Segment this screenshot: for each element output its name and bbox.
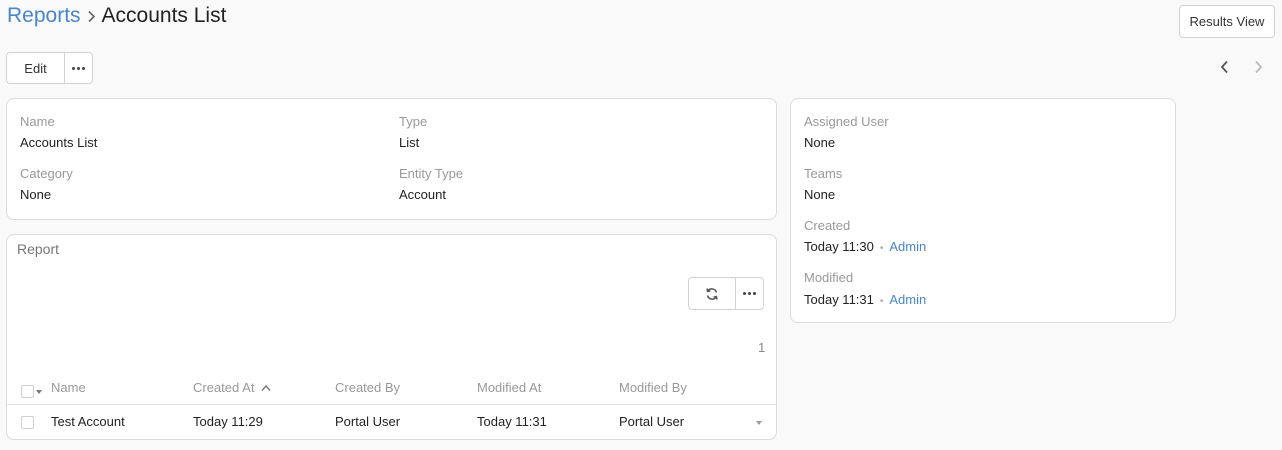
row-created-by: Portal User: [335, 414, 401, 429]
table-header: Name Created At Created By Modified At M…: [7, 374, 776, 405]
created-by-link[interactable]: Admin: [889, 239, 926, 254]
breadcrumb-reports-link[interactable]: Reports: [7, 4, 81, 28]
column-header-modified-by[interactable]: Modified By: [619, 380, 687, 395]
name-value: Accounts List: [20, 135, 98, 150]
created-label: Created: [804, 218, 851, 233]
page-title: Accounts List: [101, 4, 227, 27]
column-header-name[interactable]: Name: [51, 380, 86, 395]
select-all-checkbox[interactable]: [21, 385, 34, 398]
table-row: Test Account Today 11:29 Portal User Tod…: [7, 406, 776, 439]
created-time: Today 11:30: [804, 239, 874, 254]
column-header-modified-at[interactable]: Modified At: [477, 380, 541, 395]
report-actions: [688, 277, 764, 310]
name-label: Name: [20, 114, 55, 129]
separator-dot: •: [879, 296, 884, 307]
previous-record-button[interactable]: [1216, 58, 1232, 76]
refresh-icon: [706, 287, 718, 300]
modified-value: Today 11:31 • Admin: [804, 292, 926, 307]
edit-button[interactable]: Edit: [6, 52, 65, 84]
entity-type-label: Entity Type: [399, 166, 464, 181]
more-icon: [72, 66, 85, 70]
more-actions-button[interactable]: [65, 52, 93, 84]
row-created-at: Today 11:29: [193, 414, 263, 429]
breadcrumb: Reports Accounts List: [7, 2, 226, 30]
chevron-right-icon: [87, 10, 96, 23]
next-record-button[interactable]: [1250, 58, 1266, 76]
record-count: 1: [758, 340, 766, 355]
details-panel: Name Accounts List Type List Category No…: [6, 98, 777, 220]
refresh-button[interactable]: [688, 277, 736, 310]
report-panel: Report 1 Name Created At Created By Modi…: [6, 234, 777, 440]
record-actions: Edit: [6, 52, 93, 84]
more-icon: [743, 292, 756, 295]
chevron-left-icon: [1220, 60, 1228, 74]
separator-dot: •: [879, 243, 884, 254]
type-label: Type: [399, 114, 428, 129]
results-view-button[interactable]: Results View: [1179, 5, 1275, 38]
row-name-link[interactable]: Test Account: [51, 414, 125, 429]
column-header-created-by[interactable]: Created By: [335, 380, 400, 395]
category-value: None: [20, 187, 52, 202]
column-header-created-at-label: Created At: [193, 380, 255, 395]
assigned-user-value: None: [804, 135, 836, 150]
type-value: List: [399, 135, 420, 150]
entity-type-value: Account: [399, 187, 446, 202]
side-panel: Assigned User None Teams None Created To…: [790, 98, 1176, 323]
modified-time: Today 11:31: [804, 292, 874, 307]
record-navigation: [1216, 58, 1266, 76]
created-value: Today 11:30 • Admin: [804, 239, 926, 254]
row-checkbox[interactable]: [21, 416, 34, 429]
teams-value: None: [804, 187, 836, 202]
row-modified-at: Today 11:31: [477, 414, 547, 429]
row-modified-by: Portal User: [619, 414, 685, 429]
modified-label: Modified: [804, 270, 854, 285]
assigned-user-label: Assigned User: [804, 114, 889, 129]
report-more-button[interactable]: [736, 277, 764, 310]
column-header-created-at[interactable]: Created At: [193, 380, 271, 395]
category-label: Category: [20, 166, 73, 181]
caret-down-icon[interactable]: [36, 390, 42, 394]
modified-by-link[interactable]: Admin: [889, 292, 926, 307]
teams-label: Teams: [804, 166, 843, 181]
sort-asc-icon: [261, 384, 271, 391]
row-actions-caret-icon[interactable]: [756, 421, 762, 425]
chevron-right-icon: [1254, 60, 1262, 74]
report-panel-title: Report: [17, 241, 60, 257]
